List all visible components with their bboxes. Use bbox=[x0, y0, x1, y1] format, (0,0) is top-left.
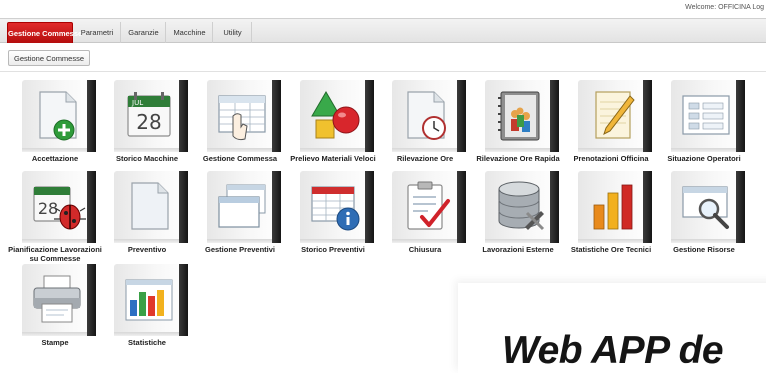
watermark-panel: Web APP de bbox=[458, 283, 766, 373]
welcome-text: Welcome: OFFICINA Log bbox=[685, 4, 764, 11]
tile-label: Lavorazioni Esterne bbox=[482, 245, 554, 254]
tile-label: Prelievo Materiali Veloci bbox=[290, 154, 376, 163]
tile-label: Accettazione bbox=[31, 154, 79, 163]
tile-chiusura[interactable]: Chiusura bbox=[384, 171, 466, 261]
tile-label: Rilevazione Ore Rapida bbox=[476, 154, 560, 163]
tile-statistiche-ore-tecnici[interactable]: Statistiche Ore Tecnici bbox=[570, 171, 652, 261]
tile-label: Pianificazione Lavorazioni su Commesse bbox=[8, 245, 102, 263]
shapes-icon bbox=[311, 91, 360, 139]
tile-prenotazioni-officina[interactable]: Prenotazioni Officina bbox=[570, 80, 652, 170]
svg-text:JUL: JUL bbox=[131, 99, 143, 107]
watermark-text: Web APP de bbox=[502, 329, 724, 372]
tile-label: Situazione Operatori bbox=[667, 154, 741, 163]
blank-document-icon bbox=[131, 182, 169, 230]
calendar-bug-icon: 28 bbox=[33, 186, 86, 230]
tile-stampe[interactable]: Stampe bbox=[14, 264, 96, 354]
tile-label: Chiusura bbox=[408, 245, 442, 254]
calendar-icon: JUL 28 bbox=[127, 92, 171, 137]
notepad-pencil-icon bbox=[595, 91, 635, 139]
tile-storico-preventivi[interactable]: Storico Preventivi bbox=[292, 171, 374, 261]
form-grid-icon bbox=[682, 95, 730, 135]
tile-label: Gestione Commessa bbox=[202, 154, 278, 163]
printer-icon bbox=[33, 275, 81, 323]
tile-accettazione[interactable]: Accettazione bbox=[14, 80, 96, 170]
window-magnifier-icon bbox=[682, 186, 729, 229]
agenda-people-icon bbox=[498, 91, 540, 141]
tile-label: Preventivo bbox=[127, 245, 167, 254]
tile-label: Storico Macchine bbox=[115, 154, 179, 163]
tile-statistiche[interactable]: Statistiche bbox=[106, 264, 188, 354]
tile-storico-macchine[interactable]: JUL 28 Storico Macchine bbox=[106, 80, 188, 170]
tile-label: Statistiche bbox=[128, 338, 166, 347]
tile-gestione-risorse[interactable]: Gestione Risorse bbox=[663, 171, 745, 261]
tile-rilevazione-ore[interactable]: Rilevazione Ore bbox=[384, 80, 466, 170]
tile-label: Storico Preventivi bbox=[301, 245, 365, 254]
tile-preventivo[interactable]: Preventivo bbox=[106, 171, 188, 261]
breadcrumb[interactable]: Gestione Commesse bbox=[8, 50, 91, 66]
hand-table-icon bbox=[218, 95, 266, 141]
tile-lavorazioni-esterne[interactable]: Lavorazioni Esterne bbox=[477, 171, 559, 261]
tab-utility[interactable]: Utility bbox=[214, 22, 252, 43]
svg-text:28: 28 bbox=[136, 110, 161, 134]
document-clock-icon bbox=[407, 91, 446, 140]
tab-macchine[interactable]: Macchine bbox=[167, 22, 213, 43]
top-bar: Welcome: OFFICINA Log bbox=[0, 0, 766, 18]
tile-label: Statistiche Ore Tecnici bbox=[570, 245, 652, 254]
tile-gestione-preventivi[interactable]: Gestione Preventivi bbox=[199, 171, 281, 261]
bar-chart-icon bbox=[593, 184, 633, 230]
tile-label: Stampe bbox=[41, 338, 69, 347]
clipboard-check-icon bbox=[407, 181, 450, 230]
colored-bars-icon bbox=[125, 279, 173, 321]
table-info-icon bbox=[311, 186, 360, 231]
tile-label: Prenotazioni Officina bbox=[573, 154, 649, 163]
tile-label: Gestione Preventivi bbox=[204, 245, 276, 254]
tile-prelievo-materiali[interactable]: Prelievo Materiali Veloci bbox=[290, 80, 376, 170]
tile-gestione-commessa[interactable]: Gestione Commessa bbox=[199, 80, 281, 170]
tile-label: Gestione Risorse bbox=[673, 245, 735, 254]
database-tools-icon bbox=[498, 181, 545, 231]
tab-gestione-commesse[interactable]: Gestione Commesse bbox=[7, 22, 82, 43]
tile-label: Rilevazione Ore bbox=[396, 154, 454, 163]
tile-rilevazione-ore-rapida[interactable]: Rilevazione Ore Rapida bbox=[476, 80, 560, 170]
tab-garanzie[interactable]: Garanzie bbox=[122, 22, 166, 43]
document-add-icon bbox=[39, 91, 77, 141]
main-tab-bar: Gestione Commesse Parametri Garanzie Mac… bbox=[0, 18, 766, 43]
tile-situazione-operatori[interactable]: Situazione Operatori bbox=[663, 80, 745, 170]
tab-parametri[interactable]: Parametri bbox=[74, 22, 121, 43]
divider bbox=[0, 71, 766, 72]
windows-stack-icon bbox=[218, 184, 266, 228]
tile-pianificazione-lavorazioni[interactable]: 28 Pianificazione Lavorazioni su Commess… bbox=[8, 171, 102, 263]
